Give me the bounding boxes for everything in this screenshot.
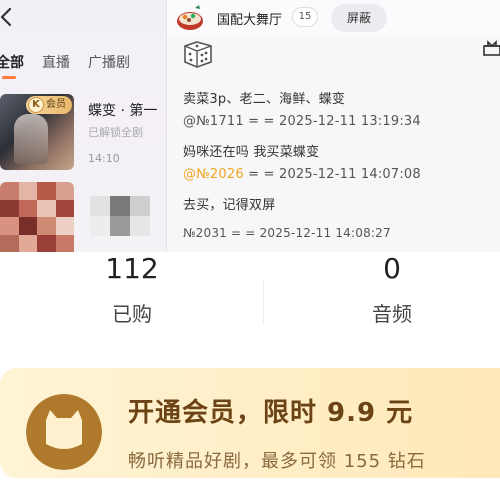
drama-status: 已解锁全剧	[88, 126, 143, 139]
chat-message-meta: №2031 = = 2025-12-11 14:08:27	[183, 226, 391, 240]
audio-label[interactable]: 音频	[332, 298, 452, 327]
tab-all[interactable]: 全部	[0, 52, 24, 79]
pixelated-cover-image[interactable]	[0, 182, 74, 252]
chat-popup: 国配大舞厅 15 屏蔽 卖菜3p、老二、海鲜、蝶变 @№1711 = = 202…	[166, 0, 500, 252]
tab-radio-drama[interactable]: 广播剧	[88, 52, 130, 72]
chat-message: 去买，记得双屏	[183, 198, 276, 213]
vip-badge: K 会员	[26, 96, 72, 114]
purchased-label[interactable]: 已购	[72, 298, 192, 327]
chat-message: 卖菜3p、老二、海鲜、蝶变	[183, 92, 346, 107]
bottom-area	[0, 478, 500, 500]
vip-k-icon: K	[28, 97, 44, 113]
block-button[interactable]: 屏蔽	[331, 4, 387, 32]
room-avatar-icon[interactable]	[175, 4, 205, 32]
room-name[interactable]: 国配大舞厅	[217, 9, 282, 28]
chat-message: 妈咪还在吗 我买菜蝶变	[183, 145, 320, 160]
chat-message-timestamp: = = 2025-12-11 14:07:08	[243, 167, 421, 182]
vip-banner-title[interactable]: 开通会员，限时 9.9 元	[128, 392, 413, 429]
category-tabs: 全部 直播 广播剧	[0, 52, 130, 79]
tab-live[interactable]: 直播	[42, 52, 70, 72]
chat-message-meta: @№2026 = = 2025-12-11 14:07:08	[183, 167, 421, 182]
stats-divider	[263, 280, 264, 324]
user-mention-link[interactable]: @№2026	[183, 167, 244, 182]
chat-message-meta: @№1711 = = 2025-12-11 13:19:34	[183, 114, 421, 129]
drama-time: 14:10	[88, 152, 120, 165]
dice-icon[interactable]	[181, 40, 215, 68]
back-arrow-icon[interactable]	[0, 6, 18, 28]
audio-count[interactable]: 0	[332, 252, 452, 285]
vip-banner-subtitle: 畅听精品好剧，最多可领 155 钻石	[128, 451, 426, 472]
vip-cat-icon	[26, 394, 102, 470]
gift-box-icon[interactable]	[482, 40, 500, 56]
room-count-badge: 15	[292, 7, 318, 27]
pixelated-cover-image-2[interactable]	[90, 196, 150, 236]
purchased-count[interactable]: 112	[72, 252, 192, 285]
drama-title[interactable]: 蝶变 · 第一	[88, 100, 157, 120]
vip-badge-label: 会员	[46, 99, 66, 110]
